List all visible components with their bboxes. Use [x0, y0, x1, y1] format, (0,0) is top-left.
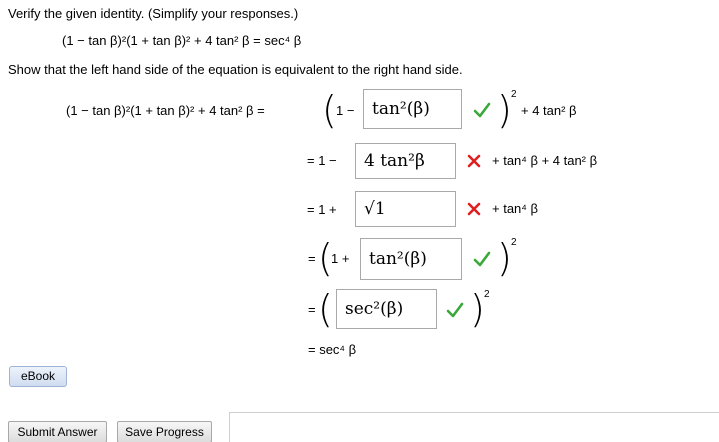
- step1-answer-value: tan²(β): [372, 98, 430, 119]
- step4-answer-value: tan²(β): [369, 248, 427, 269]
- open-paren: (: [318, 287, 333, 331]
- close-paren: ): [497, 88, 512, 132]
- cross-icon: [467, 202, 481, 216]
- step2-prefix: = 1 −: [307, 153, 337, 168]
- step1-suffix: + 4 tan² β: [521, 103, 577, 118]
- close-paren: ): [497, 236, 512, 280]
- step2-answer-input[interactable]: 4 tan²β: [355, 143, 456, 179]
- step4-outer-exponent: 2: [511, 237, 517, 248]
- step5-outer-exponent: 2: [484, 289, 490, 300]
- close-paren: ): [470, 287, 485, 331]
- check-icon: [446, 302, 464, 318]
- step3-prefix: = 1 +: [307, 202, 337, 217]
- step4-answer-input[interactable]: tan²(β): [360, 238, 462, 280]
- step1-answer-input[interactable]: tan²(β): [363, 89, 462, 129]
- step4-equals: =: [308, 251, 316, 266]
- show-instruction: Show that the left hand side of the equa…: [8, 62, 463, 77]
- final-result: = sec⁴ β: [308, 342, 357, 357]
- instruction-text: Verify the given identity. (Simplify you…: [8, 6, 299, 21]
- check-icon: [473, 251, 491, 267]
- divider-panel: [229, 412, 719, 442]
- step5-answer-input[interactable]: sec²(β): [336, 289, 437, 329]
- open-paren: (: [322, 88, 337, 132]
- step2-suffix: + tan⁴ β + 4 tan² β: [492, 153, 598, 168]
- ebook-button[interactable]: eBook: [9, 366, 67, 387]
- step1-outer-exponent: 2: [511, 89, 517, 100]
- lhs-expression: (1 − tan β)²(1 + tan β)² + 4 tan² β =: [66, 103, 265, 118]
- step3-answer-input[interactable]: √1: [355, 191, 456, 227]
- given-identity: (1 − tan β)²(1 + tan β)² + 4 tan² β = se…: [62, 33, 302, 48]
- cross-icon: [467, 154, 481, 168]
- step3-suffix: + tan⁴ β: [492, 201, 538, 216]
- step5-equals: =: [308, 302, 316, 317]
- step1-prefix: 1 −: [336, 103, 355, 118]
- step4-prefix: 1 +: [331, 251, 350, 266]
- step5-answer-value: sec²(β): [345, 298, 404, 319]
- check-icon: [473, 102, 491, 118]
- step3-answer-value: √1: [364, 198, 386, 219]
- save-progress-button[interactable]: Save Progress: [117, 421, 212, 442]
- step2-answer-value: 4 tan²β: [364, 150, 425, 171]
- submit-answer-button[interactable]: Submit Answer: [8, 421, 107, 442]
